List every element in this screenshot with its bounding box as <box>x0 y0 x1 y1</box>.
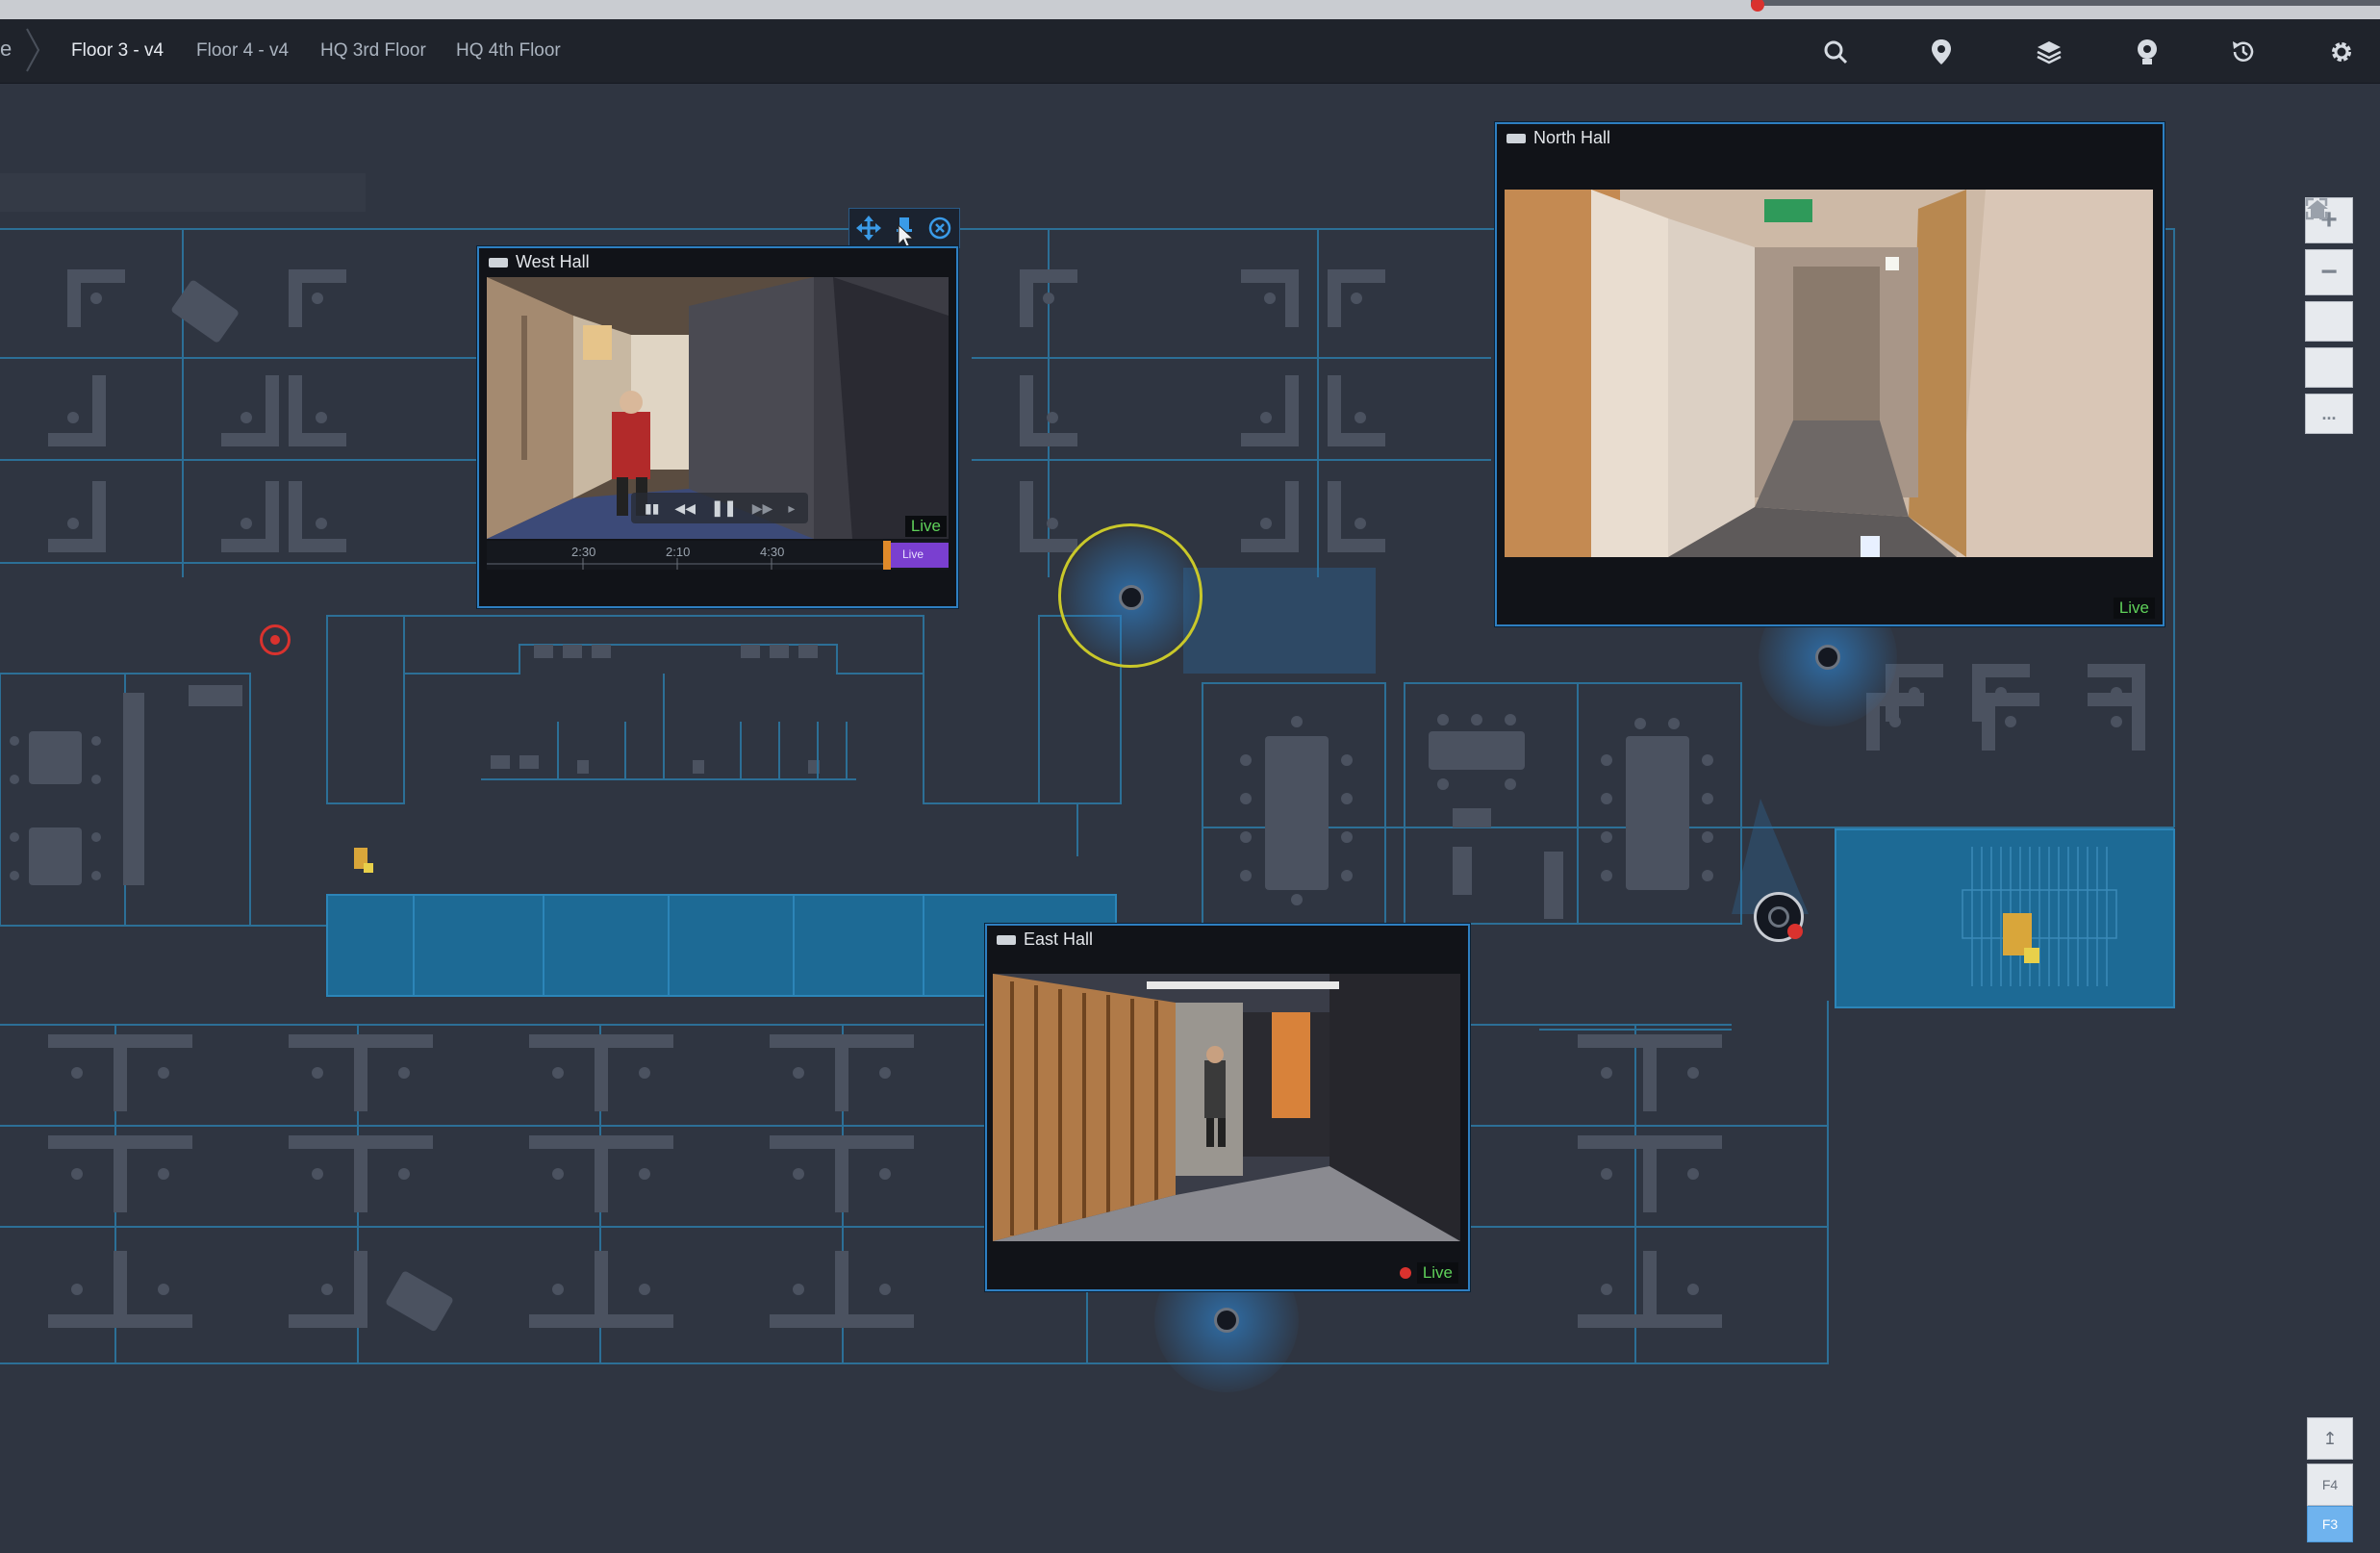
close-icon[interactable] <box>927 216 952 241</box>
timeline-ticks <box>487 558 949 570</box>
map-pin-icon[interactable] <box>1922 33 1961 71</box>
camera-icon[interactable] <box>2128 33 2166 71</box>
live-badge: Live <box>904 516 947 537</box>
video-frame <box>993 974 1460 1241</box>
tab-hq-4th-floor[interactable]: HQ 4th Floor <box>456 40 561 62</box>
camera-window-north-hall[interactable]: North Hall Live <box>1495 122 2165 626</box>
navbar: e Floor 3 - v4 Floor 4 - v4 HQ 3rd Floor… <box>0 19 2380 98</box>
camera-marker-north-hall[interactable] <box>1815 645 1840 670</box>
timeline-label: 4:30 <box>760 545 785 559</box>
rewind-icon[interactable]: ◀◀ <box>674 500 696 517</box>
floor-f4-button[interactable]: F4 <box>2307 1464 2353 1506</box>
history-icon[interactable] <box>2224 33 2263 71</box>
fit-view-button[interactable] <box>2305 197 2353 388</box>
tab-floor-4-v4[interactable]: Floor 4 - v4 <box>196 40 289 62</box>
timeline-label: 2:10 <box>666 545 691 559</box>
video-frame <box>1505 190 2153 557</box>
breadcrumb-chevron-icon <box>26 28 40 72</box>
camera-window-west-hall[interactable]: West Hall ▮▮ ◀◀ ❚❚ ▶▶ ▸ Live 2:30 2:10 4… <box>477 246 958 608</box>
skip-icon[interactable]: ▸ <box>788 500 795 517</box>
breadcrumb-fragment[interactable]: e <box>0 37 12 62</box>
alarm-point-icon[interactable] <box>260 624 291 655</box>
move-icon[interactable] <box>855 216 881 241</box>
pause-icon[interactable]: ❚❚ <box>711 498 737 518</box>
camera-title: West Hall <box>489 252 590 272</box>
alarm-dot <box>1787 924 1803 939</box>
more-tools-button[interactable]: ... <box>2305 394 2353 434</box>
step-back-icon[interactable]: ▮▮ <box>645 500 659 517</box>
camera-marker-east-hall[interactable] <box>1214 1308 1239 1333</box>
tab-hq-3rd-floor[interactable]: HQ 3rd Floor <box>320 40 426 62</box>
playback-progress[interactable] <box>1751 0 2380 12</box>
camera-icon <box>997 935 1016 946</box>
recording-dot-icon <box>1399 1267 1411 1279</box>
live-status: Live <box>1399 1262 1458 1284</box>
timeline-label: 2:30 <box>571 545 596 559</box>
playback-controls: ▮▮ ◀◀ ❚❚ ▶▶ ▸ <box>631 493 809 523</box>
video-feed-north-hall[interactable] <box>1505 190 2153 557</box>
progress-marker[interactable] <box>1751 0 1764 12</box>
tab-floor-3-v4[interactable]: Floor 3 - v4 <box>71 40 164 62</box>
live-badge: Live <box>1416 1262 1458 1284</box>
fullscreen-icon <box>2305 197 2328 220</box>
playback-timeline[interactable]: 2:30 2:10 4:30 Live <box>487 541 949 570</box>
home-view-button[interactable] <box>2305 200 2353 342</box>
door-lock-icon[interactable] <box>352 848 373 873</box>
door-access-icon[interactable] <box>2001 911 2043 969</box>
camera-icon <box>489 258 508 268</box>
gear-icon[interactable] <box>2322 33 2361 71</box>
live-badge: Live <box>2113 598 2155 619</box>
floor-f3-button[interactable]: F3 <box>2307 1506 2353 1542</box>
timeline-cursor[interactable] <box>883 541 891 570</box>
fast-forward-icon[interactable]: ▶▶ <box>752 500 773 517</box>
video-feed-west-hall[interactable]: ▮▮ ◀◀ ❚❚ ▶▶ ▸ Live <box>487 277 949 539</box>
camera-window-east-hall[interactable]: East Hall Live <box>985 924 1470 1291</box>
video-feed-east-hall[interactable] <box>993 974 1460 1241</box>
layers-icon[interactable] <box>2030 33 2068 71</box>
camera-icon <box>1506 134 1526 144</box>
camera-marker-alarm[interactable] <box>1754 892 1804 942</box>
camera-title: North Hall <box>1506 128 1610 148</box>
camera-marker-center[interactable] <box>1119 585 1144 610</box>
zoom-out-button[interactable]: − <box>2305 249 2353 295</box>
top-progress-strip <box>0 0 2380 19</box>
live-segment[interactable]: Live <box>889 543 949 568</box>
search-icon[interactable] <box>1816 33 1855 71</box>
camera-title: East Hall <box>997 929 1093 950</box>
map-toolbar: + − ... <box>2305 197 2355 440</box>
floor-up-button[interactable]: ↥ <box>2307 1417 2353 1460</box>
